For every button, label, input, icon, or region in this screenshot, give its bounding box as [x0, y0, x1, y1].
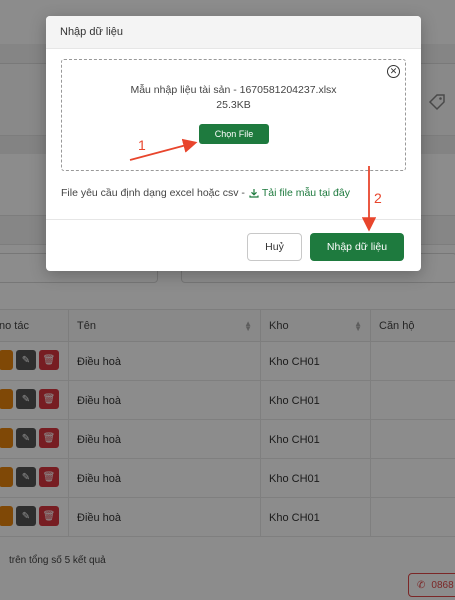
- file-requirement: File yêu cầu định dạng excel hoặc csv - …: [61, 187, 350, 199]
- file-size: 25.3KB: [216, 99, 251, 111]
- requirement-text: File yêu cầu định dạng excel hoặc csv -: [61, 187, 245, 199]
- download-icon: [249, 189, 259, 198]
- modal-footer: Huỷ Nhập dữ liệu: [46, 219, 421, 271]
- cancel-button[interactable]: Huỷ: [247, 233, 302, 261]
- file-name: Mẫu nhập liệu tài sản - 1670581204237.xl…: [130, 84, 337, 96]
- file-drop-zone[interactable]: ✕ Mẫu nhập liệu tài sản - 1670581204237.…: [61, 59, 406, 171]
- remove-file-icon[interactable]: ✕: [387, 65, 400, 78]
- import-data-button[interactable]: Nhập dữ liệu: [310, 233, 404, 261]
- modal-header: Nhập dữ liệu: [46, 16, 421, 49]
- import-modal: Nhập dữ liệu ✕ Mẫu nhập liệu tài sản - 1…: [46, 16, 421, 271]
- annotation-step-2: 2: [374, 190, 382, 206]
- download-template-link[interactable]: Tải file mẫu tại đây: [249, 187, 350, 199]
- modal-title: Nhập dữ liệu: [60, 26, 124, 38]
- choose-file-button[interactable]: Chọn File: [199, 124, 269, 144]
- annotation-step-1: 1: [138, 137, 146, 153]
